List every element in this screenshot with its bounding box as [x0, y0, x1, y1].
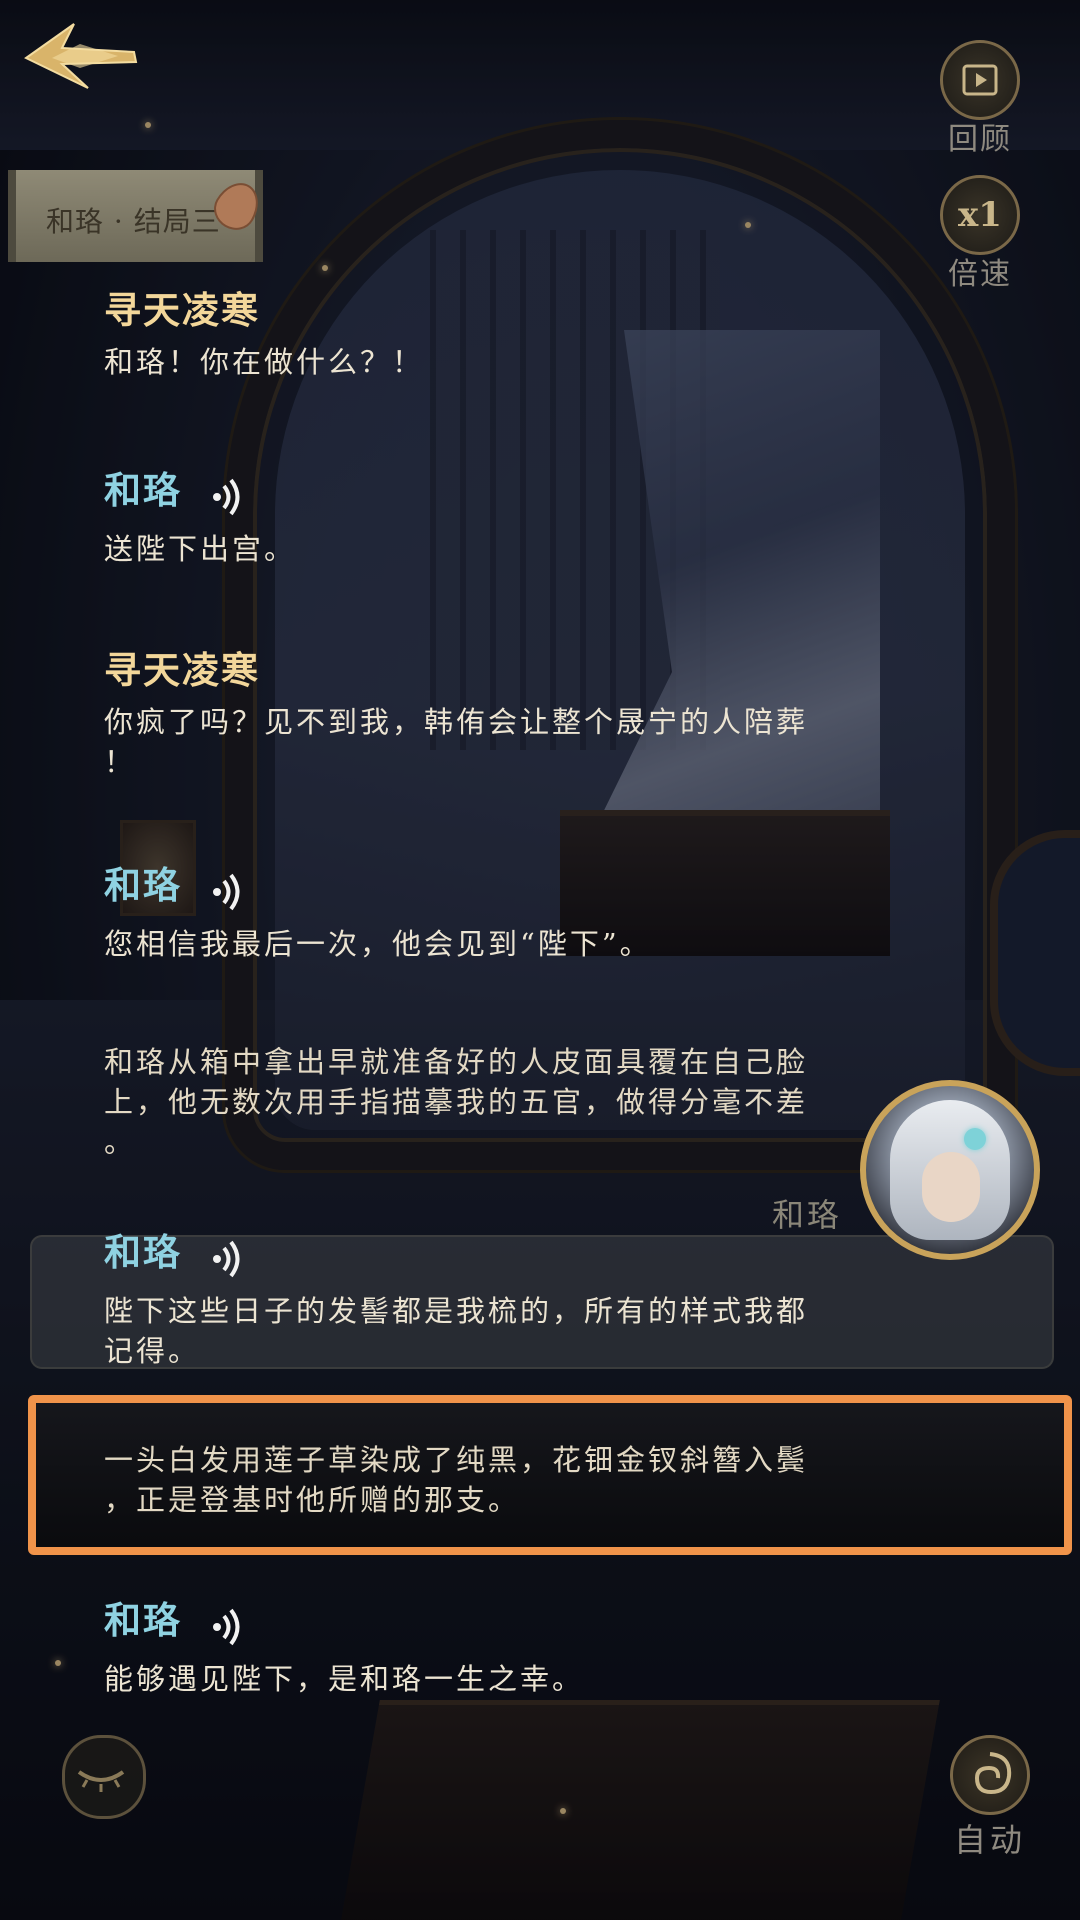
voice-replay-icon[interactable] [211, 1607, 245, 1651]
dialogue-line-1: 你疯了吗？见不到我，韩侑会让整个晟宁的人陪葬 [104, 705, 809, 739]
speaker-name: 和珞 [104, 1598, 182, 1642]
chapter-tag-label: 和珞 · 结局三 [46, 205, 221, 238]
speaker-name: 和珞 [104, 863, 182, 907]
narration-line-2: 上，他无数次用手指描摹我的五官，做得分毫不差 [104, 1085, 809, 1119]
dialogue-entry: 寻天凌寒 你疯了吗？见不到我，韩侑会让整个晟宁的人陪葬 ！ [104, 640, 904, 782]
review-button[interactable]: 回顾 [930, 40, 1030, 158]
portrait-name: 和珞 [772, 1196, 843, 1234]
dialogue-entry: 和珞 陛下这些日子的发髻都是我梳的，所有的样式我都 记得。 [104, 1222, 904, 1371]
dialogue-line-2: ！ [104, 745, 137, 779]
narration-line-1: 和珞从箱中拿出早就准备好的人皮面具覆在自己脸 [104, 1045, 809, 1079]
speaker-name: 和珞 [104, 468, 182, 512]
narration-entry-highlighted: 一头白发用莲子草染成了纯黑，花钿金钗斜簪入鬓 ，正是登基时他所赠的那支。 [104, 1440, 904, 1520]
narration-line-3: 。 [104, 1125, 137, 1159]
dialogue-entry: 和珞 能够遇见陛下，是和珞一生之幸。 [104, 1590, 904, 1699]
narration-text: 一头白发用莲子草染成了纯黑，花钿金钗斜簪入鬓 ，正是登基时他所赠的那支。 [104, 1440, 904, 1520]
dialogue-line-2: 记得。 [104, 1333, 201, 1368]
dialogue-line: 您相信我最后一次，他会见到“陛下”。 [104, 926, 652, 961]
dialogue-entry: 寻天凌寒 和珞！你在做什么？！ [104, 280, 904, 382]
dialogue-entry: 和珞 送陛下出宫。 [104, 460, 904, 569]
speed-label: 倍速 [948, 257, 1012, 292]
narration-line-1: 一头白发用莲子草染成了纯黑，花钿金钗斜簪入鬓 [104, 1443, 809, 1477]
speed-button[interactable]: x1 倍速 [930, 175, 1030, 293]
voice-replay-icon[interactable] [211, 1239, 245, 1283]
dialogue-line: 送陛下出宫。 [104, 531, 297, 566]
film-review-icon [940, 40, 1020, 120]
dialogue-entry: 和珞 您相信我最后一次，他会见到“陛下”。 [104, 855, 904, 964]
auto-play-button[interactable]: 自动 [935, 1735, 1045, 1861]
speaker-name: 寻天凌寒 [104, 648, 260, 692]
chapter-tag: 和珞 · 结局三 [8, 160, 268, 270]
dialogue-line: 陛下这些日子的发髻都是我梳的，所有的样式我都 记得。 [104, 1291, 904, 1371]
auto-label: 自动 [953, 1821, 1026, 1859]
back-arrow-icon [24, 23, 138, 89]
voice-replay-icon[interactable] [211, 872, 245, 916]
dialogue-line-1: 陛下这些日子的发髻都是我梳的，所有的样式我都 [104, 1293, 809, 1328]
hair-flower-icon [964, 1128, 986, 1150]
hide-ui-button[interactable] [62, 1735, 146, 1819]
auto-swirl-icon [950, 1735, 1030, 1815]
narration-line-2: ，正是登基时他所赠的那支。 [104, 1483, 521, 1517]
speaker-name: 寻天凌寒 [104, 288, 260, 332]
dialogue-line: 能够遇见陛下，是和珞一生之幸。 [104, 1661, 585, 1696]
character-portrait [860, 1080, 1040, 1260]
review-label: 回顾 [948, 122, 1012, 157]
speaker-name: 和珞 [104, 1230, 182, 1274]
narration-entry: 和珞从箱中拿出早就准备好的人皮面具覆在自己脸 上，他无数次用手指描摹我的五官，做… [104, 1034, 904, 1162]
dialogue-line: 你疯了吗？见不到我，韩侑会让整个晟宁的人陪葬 ！ [104, 702, 904, 782]
narration-text: 和珞从箱中拿出早就准备好的人皮面具覆在自己脸 上，他无数次用手指描摹我的五官，做… [104, 1042, 904, 1162]
dialogue-line: 和珞！你在做什么？！ [104, 345, 425, 379]
closed-eye-icon [77, 1770, 125, 1792]
back-button[interactable] [22, 18, 142, 92]
speed-value: x1 [940, 175, 1020, 255]
voice-replay-icon[interactable] [211, 477, 245, 521]
